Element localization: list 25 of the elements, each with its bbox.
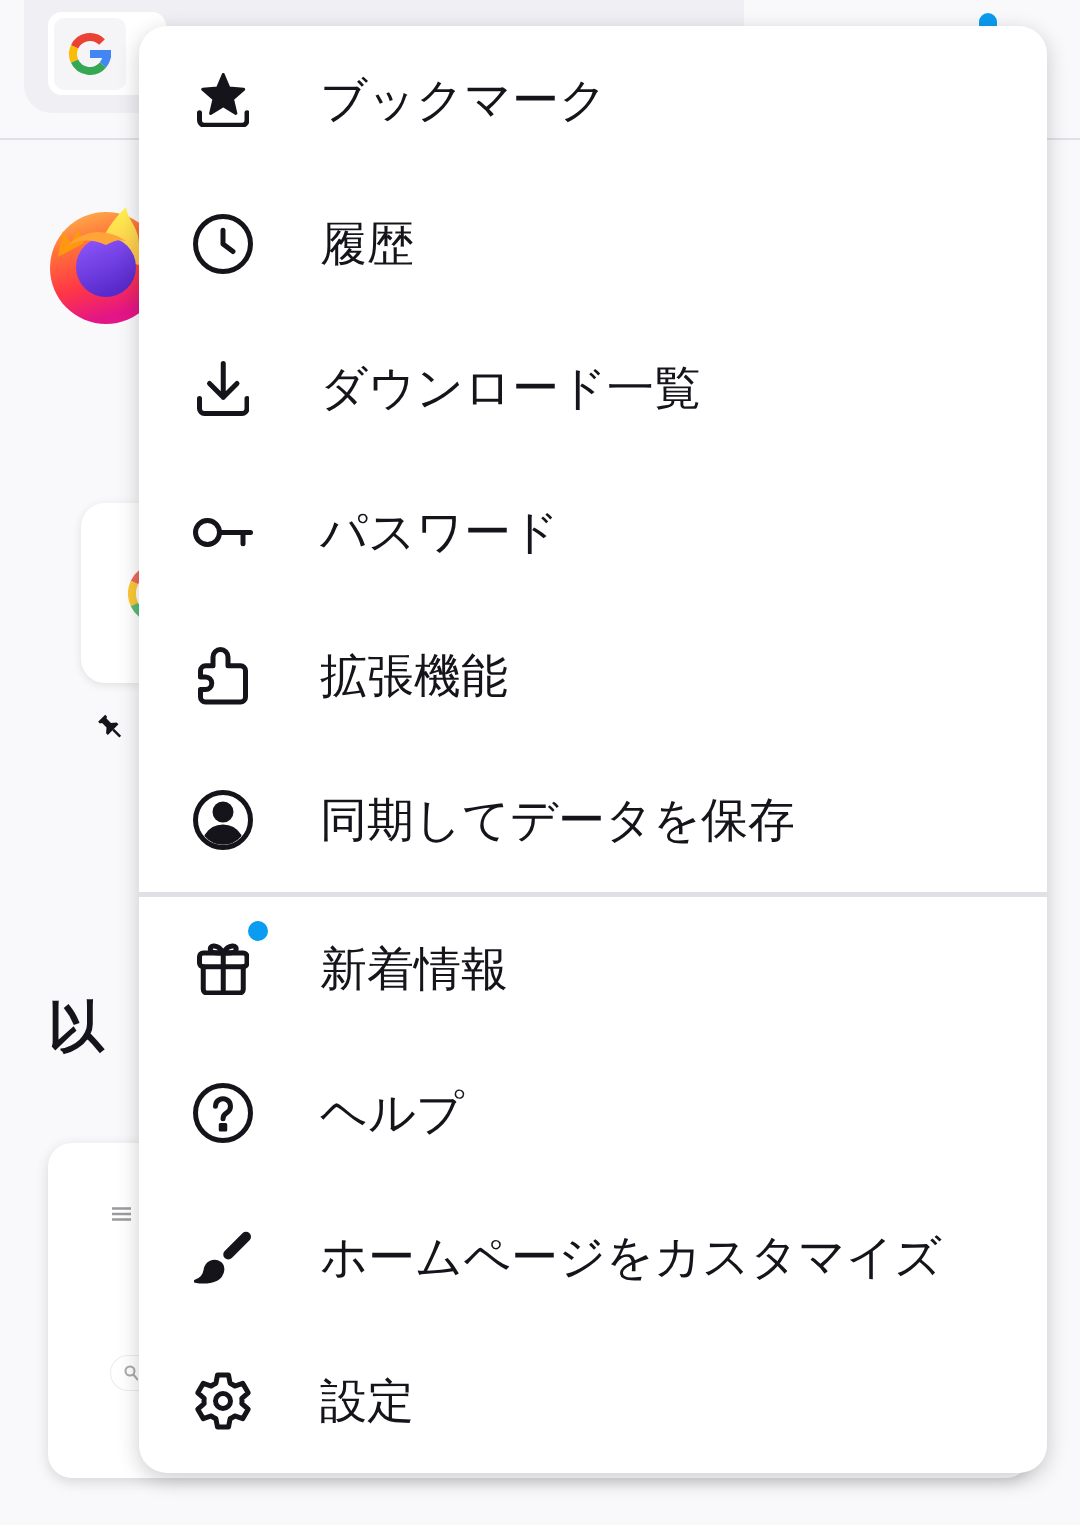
menu-item[interactable]: パスワード [139,460,1047,604]
shortcut-tile[interactable] [81,503,139,683]
menu-icon [112,1207,131,1221]
paintbrush-icon [193,1230,253,1284]
menu-item[interactable]: 拡張機能 [139,604,1047,748]
settings-icon [194,1372,252,1430]
menu-item[interactable]: ダウンロード一覧 [139,316,1047,460]
menu-item[interactable]: 同期してデータを保存 [139,748,1047,892]
menu-item[interactable]: 履歴 [139,172,1047,316]
g-logo-icon [66,30,114,78]
key-icon [193,517,253,547]
account-icon [193,790,253,850]
menu-item[interactable]: 設定 [139,1329,1047,1473]
search-icon [124,1364,138,1382]
menu-item[interactable]: ヘルプ [139,1041,1047,1185]
gift-icon [196,942,250,996]
clock-icon [193,214,253,274]
section-heading: 以 [48,995,104,1059]
help-icon [193,1083,253,1143]
menu-item[interactable]: ブックマーク [139,28,1047,172]
puzzle-piece-icon [198,647,248,705]
menu-item[interactable]: ホームページをカスタマイズ [139,1185,1047,1329]
menu-item[interactable]: 新着情報 [139,897,1047,1041]
download-icon [196,360,250,416]
bookmark-icon [196,72,250,128]
